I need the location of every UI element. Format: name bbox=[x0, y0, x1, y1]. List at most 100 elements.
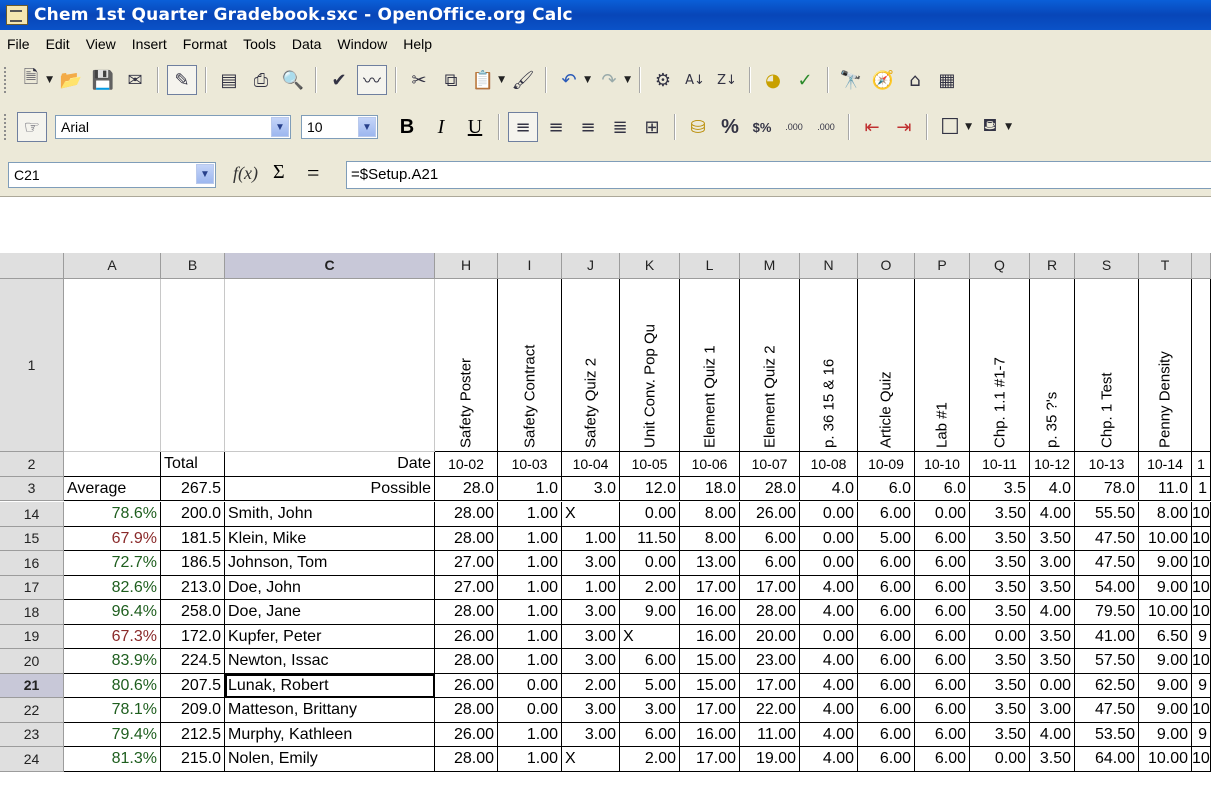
column-header-B[interactable]: B bbox=[161, 253, 225, 279]
find-replace-icon[interactable]: 🔭 bbox=[837, 66, 865, 94]
grade-cell[interactable]: 10.00 bbox=[1139, 526, 1192, 551]
student-total-cell[interactable]: 181.5 bbox=[161, 526, 225, 551]
possible-points-cell[interactable]: 6.0 bbox=[915, 476, 970, 501]
student-average-cell[interactable]: 72.7% bbox=[64, 551, 161, 576]
grade-cell[interactable]: 3.50 bbox=[970, 600, 1030, 625]
column-header-K[interactable]: K bbox=[620, 253, 680, 279]
grade-cell[interactable]: 3.00 bbox=[562, 551, 620, 576]
grade-cell[interactable]: 3.50 bbox=[1030, 526, 1075, 551]
redo-icon[interactable]: ↷ ▼ bbox=[595, 66, 631, 94]
navigator-icon[interactable]: ⚙ bbox=[649, 66, 677, 94]
column-header-T[interactable]: T bbox=[1139, 253, 1192, 279]
grade-cell[interactable]: 0.00 bbox=[800, 624, 858, 649]
grade-cell[interactable]: 8.00 bbox=[680, 526, 740, 551]
grade-cell[interactable]: 8.00 bbox=[680, 502, 740, 527]
draw-functions-icon[interactable]: ✓ bbox=[791, 66, 819, 94]
student-total-cell[interactable]: 213.0 bbox=[161, 575, 225, 600]
grade-cell[interactable]: 2.00 bbox=[562, 673, 620, 698]
grade-cell[interactable]: 9 bbox=[1192, 722, 1211, 747]
grade-cell[interactable]: 47.50 bbox=[1075, 698, 1139, 723]
export-pdf-icon[interactable]: ▤ bbox=[215, 66, 243, 94]
date-cell[interactable]: 10-11 bbox=[970, 452, 1030, 477]
grade-cell[interactable]: 4.00 bbox=[1030, 722, 1075, 747]
currency-format-icon[interactable]: ⛁ bbox=[684, 113, 712, 141]
grade-cell[interactable]: 3.50 bbox=[970, 502, 1030, 527]
grade-cell[interactable]: 10 bbox=[1192, 526, 1211, 551]
column-header-A[interactable]: A bbox=[64, 253, 161, 279]
paste-icon[interactable]: 📋 ▼ bbox=[469, 66, 505, 94]
student-average-cell[interactable]: 83.9% bbox=[64, 649, 161, 674]
print-icon[interactable]: ⎙ bbox=[247, 66, 275, 94]
edit-file-icon[interactable]: ✎ bbox=[167, 65, 197, 95]
bold-button[interactable]: B bbox=[393, 113, 421, 141]
grade-cell[interactable]: 3.50 bbox=[970, 575, 1030, 600]
grade-cell[interactable]: 0.00 bbox=[800, 526, 858, 551]
grade-cell[interactable]: 28.00 bbox=[435, 747, 498, 772]
grade-cell[interactable]: 0.00 bbox=[620, 502, 680, 527]
grade-cell[interactable]: 6.00 bbox=[620, 722, 680, 747]
grade-cell[interactable]: 6.00 bbox=[915, 649, 970, 674]
grade-cell[interactable]: 3.00 bbox=[1030, 551, 1075, 576]
assignment-header-cell[interactable]: Lab #1 bbox=[915, 279, 970, 452]
date-cell[interactable]: 10-02 bbox=[435, 452, 498, 477]
grade-cell[interactable]: 4.00 bbox=[1030, 600, 1075, 625]
grade-cell[interactable]: 28.00 bbox=[435, 502, 498, 527]
grade-cell[interactable]: 6.00 bbox=[858, 502, 915, 527]
grade-cell[interactable]: 5.00 bbox=[858, 526, 915, 551]
grade-cell[interactable]: 17.00 bbox=[680, 747, 740, 772]
column-header-M[interactable]: M bbox=[740, 253, 800, 279]
assignment-header-cell[interactable]: Safety Poster bbox=[435, 279, 498, 452]
undo-icon[interactable]: ↶ ▼ bbox=[555, 66, 591, 94]
grade-cell[interactable]: 28.00 bbox=[435, 526, 498, 551]
grade-cell[interactable]: 4.00 bbox=[800, 673, 858, 698]
grade-cell[interactable]: 0.00 bbox=[800, 551, 858, 576]
student-name-cell[interactable]: Smith, John bbox=[225, 502, 435, 527]
grade-cell[interactable]: 3.50 bbox=[970, 722, 1030, 747]
student-name-cell[interactable]: Nolen, Emily bbox=[225, 747, 435, 772]
page-preview-icon[interactable]: 🔍 bbox=[279, 66, 307, 94]
grade-cell[interactable]: 64.00 bbox=[1075, 747, 1139, 772]
student-average-cell[interactable]: 67.9% bbox=[64, 526, 161, 551]
grade-cell[interactable]: 0.00 bbox=[1030, 673, 1075, 698]
student-total-cell[interactable]: 207.5 bbox=[161, 673, 225, 698]
student-total-cell[interactable]: 200.0 bbox=[161, 502, 225, 527]
function-wizard-icon[interactable]: f(x) bbox=[233, 163, 258, 184]
student-average-cell[interactable]: 82.6% bbox=[64, 575, 161, 600]
row-header[interactable]: 3 bbox=[0, 476, 64, 501]
grade-cell[interactable]: 3.50 bbox=[970, 673, 1030, 698]
grade-cell[interactable]: 17.00 bbox=[740, 575, 800, 600]
grade-cell[interactable]: 10 bbox=[1192, 575, 1211, 600]
date-cell[interactable]: 10-04 bbox=[562, 452, 620, 477]
possible-points-cell[interactable]: 12.0 bbox=[620, 476, 680, 501]
grade-cell[interactable]: 10.00 bbox=[1139, 600, 1192, 625]
column-header-I[interactable]: I bbox=[498, 253, 562, 279]
date-label[interactable]: Date bbox=[225, 452, 435, 477]
student-name-cell[interactable]: Klein, Mike bbox=[225, 526, 435, 551]
align-right-icon[interactable]: ≡ bbox=[574, 113, 602, 141]
grade-cell[interactable]: 3.50 bbox=[1030, 747, 1075, 772]
grade-cell[interactable]: 0.00 bbox=[800, 502, 858, 527]
date-cell[interactable]: 10-05 bbox=[620, 452, 680, 477]
sum-button[interactable]: Σ bbox=[273, 161, 285, 184]
grade-cell[interactable]: 6.00 bbox=[858, 649, 915, 674]
gallery-icon[interactable]: 🧭 bbox=[869, 66, 897, 94]
possible-points-cell[interactable]: 78.0 bbox=[1075, 476, 1139, 501]
grade-cell[interactable]: 4.00 bbox=[800, 722, 858, 747]
toolbar-grip[interactable] bbox=[4, 114, 9, 140]
grade-cell[interactable]: 47.50 bbox=[1075, 526, 1139, 551]
grade-cell[interactable]: 1.00 bbox=[498, 502, 562, 527]
column-header-more[interactable] bbox=[1192, 253, 1211, 279]
save-icon[interactable]: 💾 bbox=[89, 66, 117, 94]
select-all-corner[interactable] bbox=[0, 253, 64, 279]
grade-cell[interactable]: 1.00 bbox=[498, 747, 562, 772]
assignment-header-cell[interactable]: Chp. 1 Test bbox=[1075, 279, 1139, 452]
grade-cell[interactable]: X bbox=[562, 502, 620, 527]
sort-descending-icon[interactable]: Z↓ bbox=[713, 66, 741, 94]
grade-cell[interactable]: 6.00 bbox=[858, 624, 915, 649]
grade-cell[interactable]: 9.00 bbox=[1139, 575, 1192, 600]
column-header-P[interactable]: P bbox=[915, 253, 970, 279]
grade-cell[interactable]: 1.00 bbox=[498, 600, 562, 625]
menu-edit[interactable]: Edit bbox=[38, 36, 78, 52]
grade-cell[interactable]: 6.00 bbox=[915, 600, 970, 625]
grade-cell[interactable]: 10 bbox=[1192, 649, 1211, 674]
